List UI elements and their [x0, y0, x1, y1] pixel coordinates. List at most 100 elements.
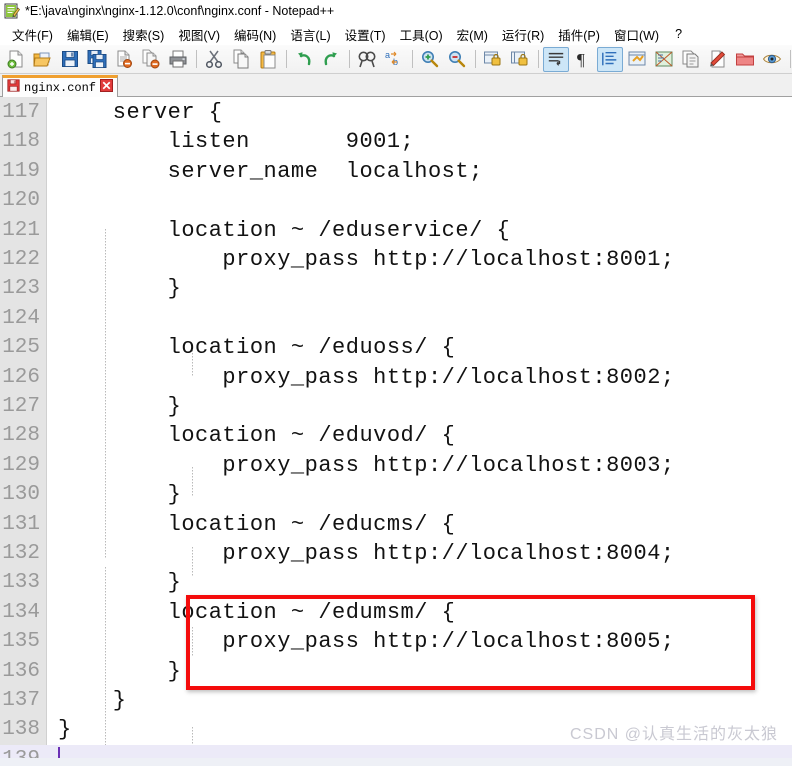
code-line[interactable]: 119 server_name localhost;: [0, 157, 792, 186]
line-text: location ~ /eduoss/ {: [58, 335, 456, 361]
word-wrap-icon[interactable]: [543, 46, 569, 72]
code-line[interactable]: 125 location ~ /eduoss/ {: [0, 333, 792, 362]
menu-settings[interactable]: 设置(T): [338, 23, 393, 46]
line-text: proxy_pass http://localhost:8001;: [58, 247, 675, 272]
line-text: location ~ /eduservice/ {: [58, 217, 511, 243]
code-line[interactable]: 132 proxy_pass http://localhost:8004;: [0, 539, 792, 568]
print-icon[interactable]: [165, 47, 191, 72]
line-text: }: [58, 394, 182, 419]
toolbar-separator-1: [196, 50, 197, 68]
monitoring-icon[interactable]: [759, 47, 785, 72]
show-indent-guide-icon[interactable]: [597, 46, 623, 72]
line-number: 120: [2, 189, 40, 213]
line-number: 138: [2, 718, 40, 742]
line-text: proxy_pass http://localhost:8003;: [58, 452, 675, 478]
line-number: 130: [2, 483, 40, 507]
close-file-icon[interactable]: [111, 47, 137, 72]
menu-file[interactable]: 文件(F): [5, 23, 60, 46]
code-line[interactable]: 124: [0, 304, 792, 333]
line-number: 136: [2, 659, 40, 683]
find-icon[interactable]: [354, 47, 380, 72]
line-text: server {: [58, 100, 223, 125]
code-line[interactable]: 127 }: [0, 392, 792, 421]
zoom-in-icon[interactable]: [417, 47, 443, 72]
sync-vertical-scroll-icon[interactable]: [480, 47, 506, 72]
toolbar: a b ¶: [0, 45, 792, 74]
code-line[interactable]: 133 }: [0, 568, 792, 597]
paste-icon[interactable]: [255, 47, 281, 72]
menu-edit[interactable]: 编辑(E): [60, 23, 116, 46]
line-number: 137: [2, 689, 40, 712]
bottom-strip: [0, 758, 792, 766]
zoom-out-icon[interactable]: [444, 47, 470, 72]
tab-modified-save-icon: [7, 78, 20, 97]
save-icon[interactable]: [57, 47, 83, 72]
line-number: 126: [2, 365, 40, 389]
code-line[interactable]: 121 location ~ /eduservice/ {: [0, 216, 792, 245]
line-number: 117: [2, 101, 40, 124]
redo-icon[interactable]: [318, 47, 344, 72]
code-editor[interactable]: 117 server { 118 listen 9001; 119 server…: [0, 97, 792, 766]
document-map-icon[interactable]: [651, 47, 677, 72]
code-line[interactable]: 120: [0, 186, 792, 215]
sync-horizontal-scroll-icon[interactable]: [507, 47, 533, 72]
function-list-icon[interactable]: [678, 47, 704, 72]
code-line[interactable]: 128 location ~ /eduvod/ {: [0, 421, 792, 450]
code-lines[interactable]: 117 server { 118 listen 9001; 119 server…: [0, 97, 792, 766]
tab-nginx-conf[interactable]: nginx.conf: [2, 75, 119, 97]
code-line[interactable]: 118 listen 9001;: [0, 127, 792, 156]
code-line[interactable]: 135 proxy_pass http://localhost:8005;: [0, 627, 792, 656]
user-defined-language-icon[interactable]: [624, 47, 650, 72]
code-line[interactable]: 131 location ~ /educms/ {: [0, 510, 792, 539]
open-file-icon[interactable]: [30, 47, 56, 72]
line-text: }: [58, 276, 182, 302]
code-line[interactable]: 117 server {: [0, 98, 792, 127]
menu-language[interactable]: 语言(L): [283, 23, 337, 46]
undo-icon[interactable]: [291, 47, 317, 72]
line-number: 129: [2, 453, 40, 477]
menu-encoding[interactable]: 编码(N): [227, 23, 283, 46]
folder-as-workspace-icon[interactable]: [732, 47, 758, 72]
line-number: 128: [2, 424, 40, 448]
tab-close-icon[interactable]: [100, 78, 114, 97]
code-line[interactable]: 126 proxy_pass http://localhost:8002;: [0, 363, 792, 392]
menu-plugins[interactable]: 插件(P): [551, 23, 607, 46]
close-all-icon[interactable]: [138, 47, 164, 72]
code-line[interactable]: 129 proxy_pass http://localhost:8003;: [0, 451, 792, 480]
line-text: location ~ /educms/ {: [58, 511, 456, 537]
menu-run[interactable]: 运行(R): [495, 23, 551, 46]
line-text: }: [58, 717, 72, 743]
show-all-characters-icon[interactable]: ¶: [570, 47, 596, 72]
line-number: 134: [2, 600, 40, 624]
menu-macro[interactable]: 宏(M): [450, 23, 495, 46]
menu-tools[interactable]: 工具(O): [393, 23, 450, 46]
code-line[interactable]: 136 }: [0, 657, 792, 686]
menu-window[interactable]: 窗口(W): [607, 23, 666, 46]
line-text: }: [58, 688, 127, 713]
copy-icon[interactable]: [228, 47, 254, 72]
menu-search[interactable]: 搜索(S): [116, 23, 172, 46]
menu-view[interactable]: 视图(V): [171, 23, 227, 46]
document-switcher-icon[interactable]: [705, 47, 731, 72]
line-number: 133: [2, 571, 40, 595]
save-all-icon[interactable]: [84, 47, 110, 72]
new-file-icon[interactable]: [3, 47, 29, 72]
toolbar-separator-4: [412, 50, 413, 68]
code-line[interactable]: 122 proxy_pass http://localhost:8001;: [0, 245, 792, 274]
code-line[interactable]: 134 location ~ /edumsm/ {: [0, 598, 792, 627]
tab-label: nginx.conf: [24, 80, 97, 95]
svg-text:a: a: [385, 50, 390, 60]
toolbar-separator-3: [349, 50, 350, 68]
line-text: proxy_pass http://localhost:8002;: [58, 364, 675, 390]
svg-text:¶: ¶: [577, 50, 585, 69]
code-line[interactable]: 123 }: [0, 274, 792, 303]
menu-help[interactable]: ?: [666, 25, 691, 43]
code-line[interactable]: 130 }: [0, 480, 792, 509]
replace-icon[interactable]: a b: [381, 47, 407, 72]
line-text: }: [58, 482, 182, 508]
line-text: proxy_pass http://localhost:8004;: [58, 541, 675, 566]
line-number: 118: [2, 130, 40, 154]
code-line[interactable]: 137 }: [0, 686, 792, 715]
cut-icon[interactable]: [201, 47, 227, 72]
csdn-watermark: CSDN @认真生活的灰太狼: [569, 726, 778, 743]
